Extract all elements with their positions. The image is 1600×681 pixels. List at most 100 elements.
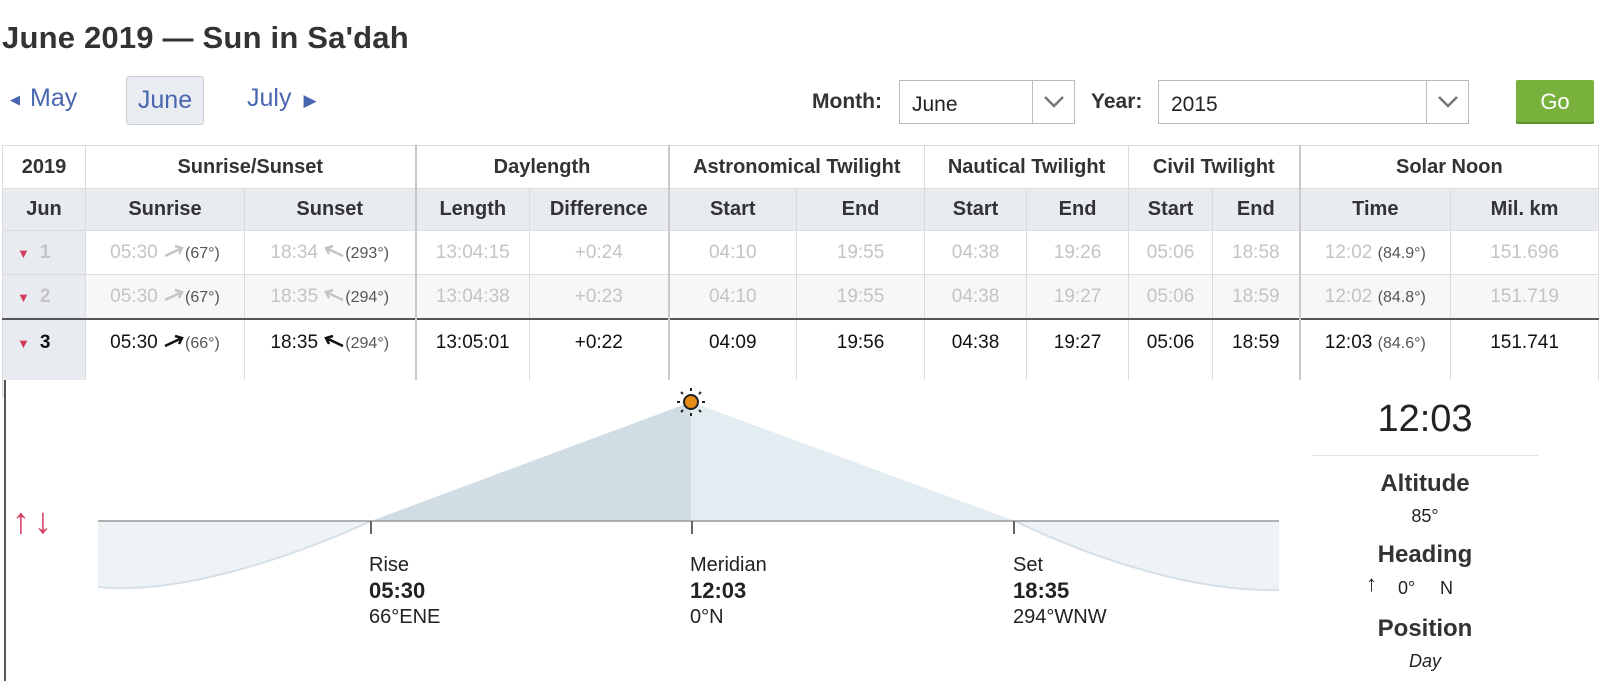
- day-cell[interactable]: ▼ 2: [2, 274, 86, 320]
- caret-down-icon[interactable]: ▼: [17, 336, 30, 351]
- difference-col-header: Difference: [529, 188, 670, 231]
- noon-time: 12:03: [1324, 332, 1373, 353]
- triangle-left-icon: ◀: [10, 92, 20, 107]
- day-number: 2: [39, 285, 51, 307]
- table-row[interactable]: ▼ 1 05:30 (67°) 18:34 (293°) 13:04:15 +0:…: [2, 230, 1600, 275]
- astro-end-col-header: End: [796, 188, 926, 231]
- page-title: June 2019 — Sun in Sa'dah: [2, 20, 409, 55]
- sunrise-col-header: Sunrise: [85, 188, 245, 231]
- length-cell: 13:04:15: [414, 230, 531, 275]
- naut-start-col-header: Start: [924, 188, 1028, 231]
- noon-altitude: (84.9°): [1377, 244, 1426, 262]
- arrow-up-left-icon: [323, 242, 345, 263]
- astro-start-cell: 04:10: [667, 274, 798, 320]
- arrow-up-icon: ↑: [1366, 571, 1377, 596]
- next-month-link[interactable]: July ▶: [247, 84, 317, 113]
- sunset-col-header: Sunset: [243, 188, 417, 231]
- rise-event: Rise 05:30 66°ENE: [369, 552, 440, 630]
- prev-month-link[interactable]: ◀ May: [10, 84, 130, 113]
- rise-time: 05:30: [369, 578, 426, 603]
- distance-col-header: Mil. km: [1450, 188, 1600, 231]
- day-cell[interactable]: ▼ 1: [2, 230, 86, 275]
- day-area-morning: [371, 402, 691, 521]
- noon-time-col-header: Time: [1298, 188, 1452, 231]
- day-number: 3: [39, 332, 51, 353]
- length-cell: 13:04:38: [414, 274, 531, 320]
- noon-time: 12:02: [1324, 241, 1373, 263]
- naut-end-cell: 19:27: [1026, 274, 1130, 320]
- month-select[interactable]: June: [899, 80, 1075, 124]
- altitude-label: Altitude: [1380, 470, 1470, 497]
- sunset-time: 18:34: [270, 241, 319, 263]
- civil-end-cell: 18:59: [1212, 274, 1301, 320]
- sunrise-azimuth: (66°): [184, 335, 220, 352]
- set-time: 18:35: [1013, 578, 1070, 603]
- sunrise-time: 05:30: [110, 241, 158, 263]
- sunset-azimuth: (293°): [345, 244, 390, 262]
- noon-time: 12:02: [1324, 285, 1373, 307]
- distance-cell: 151.696: [1450, 230, 1600, 275]
- triangle-right-icon: ▶: [303, 91, 317, 110]
- caret-down-icon[interactable]: ▼: [17, 290, 30, 305]
- year-header: 2019: [2, 145, 86, 189]
- night-area-left: [98, 521, 371, 589]
- solar-noon-header: Solar Noon: [1298, 145, 1600, 189]
- astronomical-twilight-header: Astronomical Twilight: [667, 145, 926, 189]
- daylength-header: Daylength: [414, 145, 670, 189]
- sun-table: 2019 Sunrise/Sunset Daylength Astronomic…: [2, 145, 1600, 397]
- day-area-afternoon: [691, 402, 1015, 521]
- astro-start-col-header: Start: [667, 188, 798, 231]
- year-input[interactable]: 2015: [1158, 80, 1469, 124]
- day-number: 1: [39, 241, 51, 263]
- meridian-label: Meridian: [690, 554, 767, 576]
- arrow-up-right-icon: [163, 242, 185, 263]
- meridian-event: Meridian 12:03 0°N: [690, 552, 767, 630]
- difference-cell: +0:24: [529, 230, 670, 275]
- set-label: Set: [1013, 554, 1044, 576]
- current-month-button[interactable]: June: [126, 76, 204, 125]
- astro-end-cell: 19:55: [796, 274, 926, 320]
- difference-cell: +0:23: [529, 274, 670, 320]
- set-direction: 294°WNW: [1013, 606, 1107, 628]
- meridian-direction: 0°N: [690, 606, 724, 628]
- prev-month-label: May: [30, 84, 78, 112]
- table-row[interactable]: ▼ 2 05:30 (67°) 18:35 (294°) 13:04:38 +0:…: [2, 274, 1600, 320]
- set-event: Set 18:35 294°WNW: [1013, 552, 1107, 630]
- heading-label: Heading: [1377, 541, 1473, 568]
- sunset-cell: 18:34 (293°): [243, 230, 417, 275]
- astro-end-cell: 19:55: [796, 230, 926, 275]
- distance-cell: 151.719: [1450, 274, 1600, 320]
- year-input-value: 2015: [1171, 93, 1218, 116]
- chevron-down-icon[interactable]: [1032, 81, 1074, 123]
- heading-row: ↑ 0° N: [1312, 571, 1538, 601]
- civil-start-col-header: Start: [1128, 188, 1214, 231]
- arrow-up-right-icon: [163, 286, 185, 307]
- naut-end-col-header: End: [1026, 188, 1130, 231]
- meridian-time: 12:03: [690, 578, 747, 603]
- chevron-down-icon[interactable]: [1426, 81, 1468, 123]
- position-value: Day: [1408, 651, 1441, 671]
- sun-path-panel: ↑↓ Rise 05:30 66°ENE Meridian 12:03 0°N …: [4, 380, 1600, 681]
- month-select-value: June: [912, 93, 958, 116]
- sunrise-time: 05:30: [110, 285, 158, 307]
- sun-path-graph: [97, 388, 1280, 592]
- noon-altitude: (84.8°): [1377, 288, 1426, 306]
- sun-info-box: 12:03 Altitude 85° Heading ↑ 0° N Positi…: [1312, 390, 1538, 672]
- civil-twilight-header: Civil Twilight: [1128, 145, 1301, 189]
- nautical-twilight-header: Nautical Twilight: [924, 145, 1130, 189]
- sunset-cell: 18:35 (294°): [243, 274, 417, 320]
- go-button[interactable]: Go: [1516, 80, 1594, 124]
- next-month-label: July: [247, 84, 292, 112]
- sunrise-azimuth: (67°): [184, 244, 220, 262]
- sunset-azimuth: (294°): [345, 288, 390, 306]
- naut-end-cell: 19:26: [1026, 230, 1130, 275]
- sunrise-sunset-header: Sunrise/Sunset: [84, 145, 417, 189]
- noon-time-cell: 12:02 (84.8°): [1298, 274, 1452, 320]
- civil-end-col-header: End: [1212, 188, 1301, 231]
- heading-degrees: 0°: [1398, 578, 1416, 598]
- arrow-up-right-icon: [163, 332, 185, 353]
- civil-start-cell: 05:06: [1128, 274, 1214, 320]
- length-col-header: Length: [414, 188, 531, 231]
- caret-down-icon[interactable]: ▼: [17, 246, 30, 261]
- sunset-azimuth: (294°): [345, 335, 390, 352]
